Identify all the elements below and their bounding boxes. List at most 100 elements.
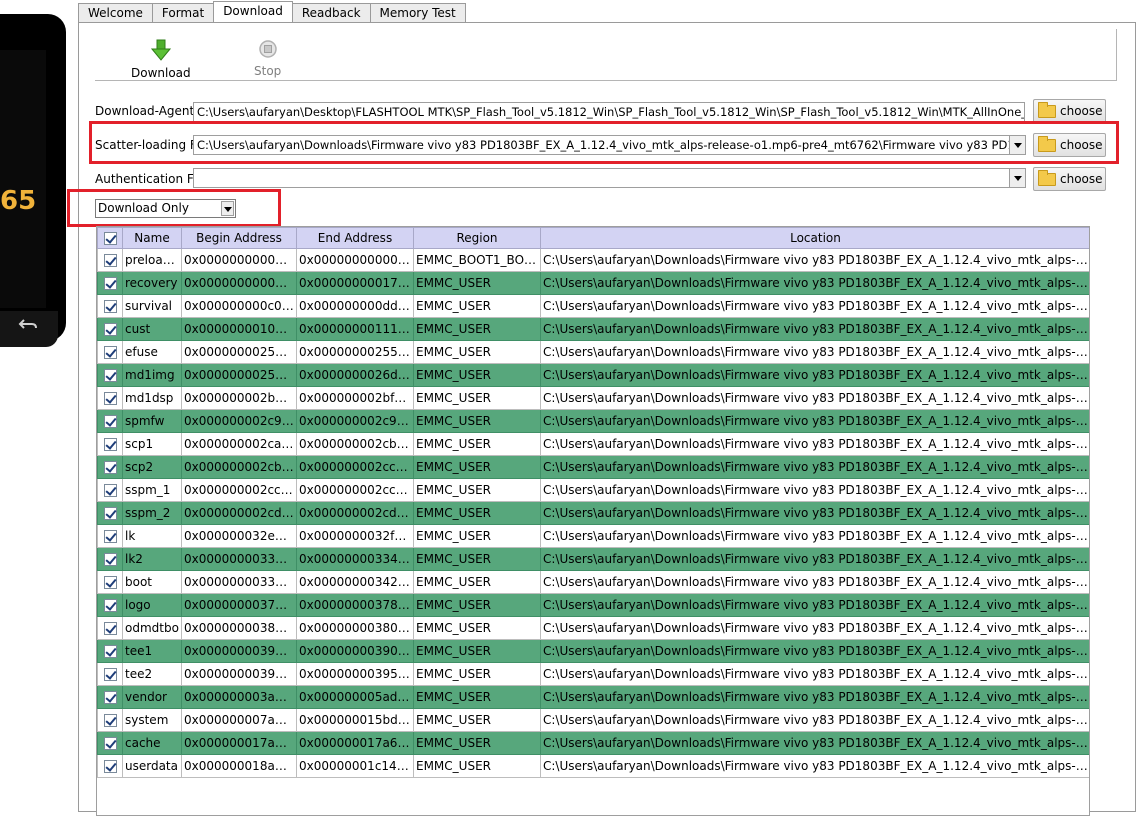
download-button[interactable]: Download	[131, 39, 191, 80]
checkbox-checked-icon	[103, 484, 117, 497]
end-address-cell: 0x000000002c986d8f	[296, 409, 414, 433]
region-cell: EMMC_USER	[413, 478, 541, 502]
auth-file-choose-button[interactable]: choose	[1033, 167, 1106, 191]
stop-circle-icon	[254, 39, 281, 62]
mode-highlight-frame	[67, 189, 281, 227]
checkbox-checked-icon	[103, 232, 117, 245]
partition-name-cell: lk	[122, 524, 182, 548]
row-checkbox[interactable]	[97, 524, 123, 548]
table-row[interactable]: md1img0x00000000255800000x0000000026db00…	[97, 363, 1089, 387]
auth-file-label: Authentication File	[95, 172, 207, 186]
tab-welcome[interactable]: Welcome	[78, 3, 153, 23]
header-name[interactable]: Name	[122, 227, 182, 249]
row-checkbox[interactable]	[97, 547, 123, 571]
tab-readback[interactable]: Readback	[291, 3, 371, 23]
begin-address-cell: 0x0000000025500000	[181, 340, 297, 364]
table-row[interactable]: lk20x00000000333800000x000000003348c16fE…	[97, 547, 1089, 571]
region-cell: EMMC_USER	[413, 754, 541, 778]
row-checkbox[interactable]	[97, 708, 123, 732]
table-row[interactable]: system0x000000007a0000000x000000015bd20e…	[97, 708, 1089, 732]
download-agent-choose-button[interactable]: choose	[1033, 99, 1106, 123]
begin-address-cell: 0x0000000010a88000	[181, 317, 297, 341]
row-checkbox[interactable]	[97, 386, 123, 410]
folder-icon	[1038, 102, 1056, 118]
partition-name-cell: scp2	[122, 455, 182, 479]
table-row[interactable]: sspm_20x000000002cd800000x000000002cddfa…	[97, 501, 1089, 525]
partition-name-cell: lk2	[122, 547, 182, 571]
tab-bar: Welcome Format Download Readback Memory Test	[78, 1, 466, 23]
row-checkbox[interactable]	[97, 501, 123, 525]
table-row[interactable]: tee20x00000000395800000x00000000395f3abf…	[97, 662, 1089, 686]
checkbox-checked-icon	[103, 645, 117, 658]
table-row[interactable]: logo0x00000000378800000x00000000378ef73f…	[97, 593, 1089, 617]
flash-tool-window: Welcome Format Download Readback Memory Test…	[67, 0, 1138, 816]
row-checkbox[interactable]	[97, 294, 123, 318]
location-cell: C:\Users\aufaryan\Downloads\Firmware viv…	[540, 409, 1089, 433]
header-end-address[interactable]: End Address	[296, 227, 414, 249]
select-all-checkbox[interactable]	[97, 227, 123, 249]
region-cell: EMMC_USER	[413, 455, 541, 479]
table-row[interactable]: cache0x000000017a0000000x000000017a61a0c…	[97, 731, 1089, 755]
table-row[interactable]: recovery0x00000000001080000x000000000174…	[97, 271, 1089, 295]
table-row[interactable]: lk0x000000032e800000x0000000032f8c16fEMM…	[97, 524, 1089, 548]
table-row[interactable]: sspm_10x000000002cc800000x000000002ccdfa…	[97, 478, 1089, 502]
row-checkbox[interactable]	[97, 271, 123, 295]
chevron-down-icon[interactable]	[1009, 169, 1025, 187]
row-checkbox[interactable]	[97, 248, 123, 272]
row-checkbox[interactable]	[97, 317, 123, 341]
tab-download[interactable]: Download	[213, 1, 293, 23]
row-checkbox[interactable]	[97, 340, 123, 364]
row-checkbox[interactable]	[97, 616, 123, 640]
table-row[interactable]: scp20x000000002cb800000x000000002cc07a7f…	[97, 455, 1089, 479]
region-cell: EMMC_USER	[413, 432, 541, 456]
table-row[interactable]: cust0x0000000010a880000x0000000011191657…	[97, 317, 1089, 341]
location-cell: C:\Users\aufaryan\Downloads\Firmware viv…	[540, 731, 1089, 755]
header-begin-address[interactable]: Begin Address	[181, 227, 297, 249]
region-cell: EMMC_USER	[413, 409, 541, 433]
checkbox-checked-icon	[103, 599, 117, 612]
tab-memory-test[interactable]: Memory Test	[369, 3, 466, 23]
end-address-cell: 0x000000002cb07a7f	[296, 432, 414, 456]
row-checkbox[interactable]	[97, 455, 123, 479]
tab-format[interactable]: Format	[151, 3, 215, 23]
row-checkbox[interactable]	[97, 570, 123, 594]
table-row[interactable]: md1dsp0x000000002b9800000x000000002bf9d1…	[97, 386, 1089, 410]
location-cell: C:\Users\aufaryan\Downloads\Firmware viv…	[540, 432, 1089, 456]
table-row[interactable]: survival0x000000000c0880000x000000000ddf…	[97, 294, 1089, 318]
table-row[interactable]: scp10x000000002ca800000x000000002cb07a7f…	[97, 432, 1089, 456]
region-cell: EMMC_USER	[413, 317, 541, 341]
row-checkbox[interactable]	[97, 731, 123, 755]
table-row[interactable]: odmdtbo0x00000000380800000x000000003809a…	[97, 616, 1089, 640]
table-row[interactable]: tee10x00000000390800000x00000000390f3abf…	[97, 639, 1089, 663]
table-row[interactable]: spmfw0x000000002c9800000x000000002c986d8…	[97, 409, 1089, 433]
table-row[interactable]: vendor0x000000003a0000000x000000005ad2cf…	[97, 685, 1089, 709]
location-cell: C:\Users\aufaryan\Downloads\Firmware viv…	[540, 248, 1089, 272]
table-row[interactable]: efuse0x00000000255000000x00000000255001f…	[97, 340, 1089, 364]
table-row[interactable]: userdata0x000000018a0000000x00000001c148…	[97, 754, 1089, 778]
row-checkbox[interactable]	[97, 754, 123, 778]
begin-address-cell: 0x0000000000000000	[181, 248, 297, 272]
row-checkbox[interactable]	[97, 639, 123, 663]
download-agent-field[interactable]: C:\Users\aufaryan\Desktop\FLASHTOOL MTK\…	[193, 102, 1025, 122]
partition-name-cell: userdata	[122, 754, 182, 778]
table-row[interactable]: preloader0x00000000000000000x00000000000…	[97, 248, 1089, 272]
location-cell: C:\Users\aufaryan\Downloads\Firmware viv…	[540, 271, 1089, 295]
device-screen	[0, 50, 46, 308]
row-checkbox[interactable]	[97, 662, 123, 686]
begin-address-cell: 0x000000002b980000	[181, 386, 297, 410]
row-checkbox[interactable]	[97, 685, 123, 709]
end-address-cell: 0x00000000378ef73f	[296, 593, 414, 617]
header-location[interactable]: Location	[540, 227, 1089, 249]
header-region[interactable]: Region	[413, 227, 541, 249]
end-address-cell: 0x0000000032f8c16f	[296, 524, 414, 548]
row-checkbox[interactable]	[97, 593, 123, 617]
row-checkbox[interactable]	[97, 363, 123, 387]
stop-button[interactable]: Stop	[254, 39, 281, 78]
table-row[interactable]: boot0x00000000338800000x0000000034262b8f…	[97, 570, 1089, 594]
partition-name-cell: vendor	[122, 685, 182, 709]
row-checkbox[interactable]	[97, 409, 123, 433]
row-checkbox[interactable]	[97, 432, 123, 456]
row-checkbox[interactable]	[97, 478, 123, 502]
auth-file-dropdown[interactable]	[193, 168, 1026, 188]
toolbar: Download Stop	[95, 29, 1117, 81]
